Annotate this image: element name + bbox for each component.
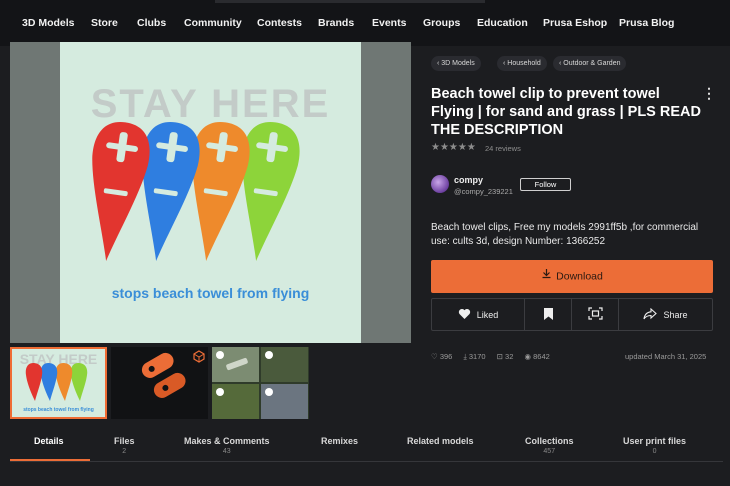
nav-education[interactable]: Education xyxy=(477,17,528,29)
download-icon xyxy=(541,260,552,293)
thumbnail-strip: STAY HERE stops beach towel from flying xyxy=(10,347,310,419)
tab-details[interactable]: Details xyxy=(34,436,64,446)
tab-makes-comments[interactable]: Makes & Comments 43 xyxy=(184,436,270,455)
breadcrumb-label: 3D Models xyxy=(441,60,475,67)
tab-label: Remixes xyxy=(321,436,359,446)
more-options-icon[interactable]: ⋮ xyxy=(702,85,716,102)
tab-related-models[interactable]: Related models xyxy=(407,436,474,446)
tab-label: User print files xyxy=(623,436,687,446)
download-button[interactable]: Download xyxy=(431,260,713,293)
nav-clubs[interactable]: Clubs xyxy=(137,17,166,29)
detail-tabs: Details Files 2 Makes & Comments 43 Remixe… xyxy=(10,426,723,462)
nav-3d-models[interactable]: 3D Models xyxy=(22,17,75,29)
prints-count: 32 xyxy=(505,352,514,361)
print-small-icon: ⊡ xyxy=(496,352,503,361)
breadcrumb-3d-models[interactable]: ‹ 3D Models xyxy=(431,56,481,71)
print-icon xyxy=(587,307,603,322)
thumbnail-caption: stops beach towel from flying xyxy=(23,407,94,413)
image-caption: stops beach towel from flying xyxy=(111,285,310,301)
image-gallery[interactable]: STAY HERE stops beach towel from flying xyxy=(10,42,411,343)
action-bar: Liked Share xyxy=(431,298,713,331)
breadcrumb-outdoor-garden[interactable]: ‹ Outdoor & Garden xyxy=(553,56,627,71)
share-button[interactable]: Share xyxy=(618,299,712,330)
avatar[interactable] xyxy=(431,175,449,193)
author-handle: @compy_239221 xyxy=(454,187,513,196)
nav-prusa-eshop[interactable]: Prusa Eshop xyxy=(543,17,607,29)
model-stats: ♡ 396 ⤓ 3170 ⊡ 32 ◉ 8642 xyxy=(431,352,559,362)
top-nav: 3D Models Store Clubs Community Contests… xyxy=(0,0,730,46)
views-count: 8642 xyxy=(533,352,550,361)
downloads-count: 3170 xyxy=(468,352,486,361)
model-description: Beach towel clips, Free my models 2991ff… xyxy=(431,222,699,247)
like-label: Liked xyxy=(476,309,499,320)
nav-store[interactable]: Store xyxy=(91,17,118,29)
breadcrumb-label: Household xyxy=(507,60,541,67)
tab-label: Makes & Comments xyxy=(184,436,270,446)
share-icon xyxy=(643,307,658,322)
downloads-stat: ⤓ 3170 xyxy=(463,352,485,362)
updated-date: updated March 31, 2025 xyxy=(625,352,707,361)
print-button[interactable] xyxy=(571,299,618,330)
tab-user-print-files[interactable]: User print files 0 xyxy=(623,436,686,455)
share-label: Share xyxy=(663,309,688,320)
reviews-link[interactable]: 24 reviews xyxy=(485,144,521,153)
thumbnail-2[interactable] xyxy=(111,347,208,419)
likes-count: 396 xyxy=(439,352,453,361)
active-tab-indicator xyxy=(10,459,90,461)
bookmark-icon xyxy=(543,307,554,323)
download-small-icon: ⤓ xyxy=(463,352,467,361)
nav-prusa-blog[interactable]: Prusa Blog xyxy=(619,17,674,29)
nav-groups[interactable]: Groups xyxy=(423,17,460,29)
thumbnail-1[interactable]: STAY HERE stops beach towel from flying xyxy=(10,347,107,419)
tab-count: 457 xyxy=(543,448,556,455)
tab-files[interactable]: Files 2 xyxy=(114,436,135,455)
heart-outline-icon: ♡ xyxy=(431,352,438,361)
tab-count: 43 xyxy=(222,448,231,455)
breadcrumb-label: Outdoor & Garden xyxy=(563,60,621,67)
nav-community[interactable]: Community xyxy=(184,17,242,29)
thumbnail-3d-render xyxy=(141,350,205,398)
tab-label: Related models xyxy=(407,436,474,446)
main-model-image[interactable]: STAY HERE stops beach towel from flying xyxy=(60,42,361,343)
tab-count: 0 xyxy=(652,448,657,455)
prints-stat: ⊡ 32 xyxy=(497,352,514,361)
nav-brands[interactable]: Brands xyxy=(318,17,354,29)
nav-events[interactable]: Events xyxy=(372,17,406,29)
likes-stat: ♡ 396 xyxy=(431,352,452,361)
heart-icon xyxy=(458,308,471,322)
thumbnail-3[interactable] xyxy=(212,347,309,419)
3d-cube-icon xyxy=(193,350,205,363)
nav-contests[interactable]: Contests xyxy=(257,17,302,29)
author-name[interactable]: compy xyxy=(454,175,483,185)
follow-button[interactable]: Follow xyxy=(520,178,571,191)
tab-remixes[interactable]: Remixes xyxy=(321,436,358,446)
tab-label: Files xyxy=(114,436,135,446)
nav-top-rim xyxy=(215,0,485,3)
tab-label: Details xyxy=(34,436,64,446)
model-title: Beach towel clip to prevent towel Flying… xyxy=(431,86,701,138)
breadcrumb-household[interactable]: ‹ Household xyxy=(497,56,547,71)
views-stat: ◉ 8642 xyxy=(524,352,549,361)
tab-label: Collections xyxy=(525,436,574,446)
tab-count: 2 xyxy=(122,448,127,455)
like-button[interactable]: Liked xyxy=(432,299,524,330)
photo-number-badges xyxy=(216,351,273,396)
rating-stars: ★★★★★ xyxy=(431,142,476,153)
download-label: Download xyxy=(556,270,603,283)
tab-collections[interactable]: Collections 457 xyxy=(525,436,574,455)
eye-icon: ◉ xyxy=(524,352,532,361)
bookmark-button[interactable] xyxy=(524,299,571,330)
